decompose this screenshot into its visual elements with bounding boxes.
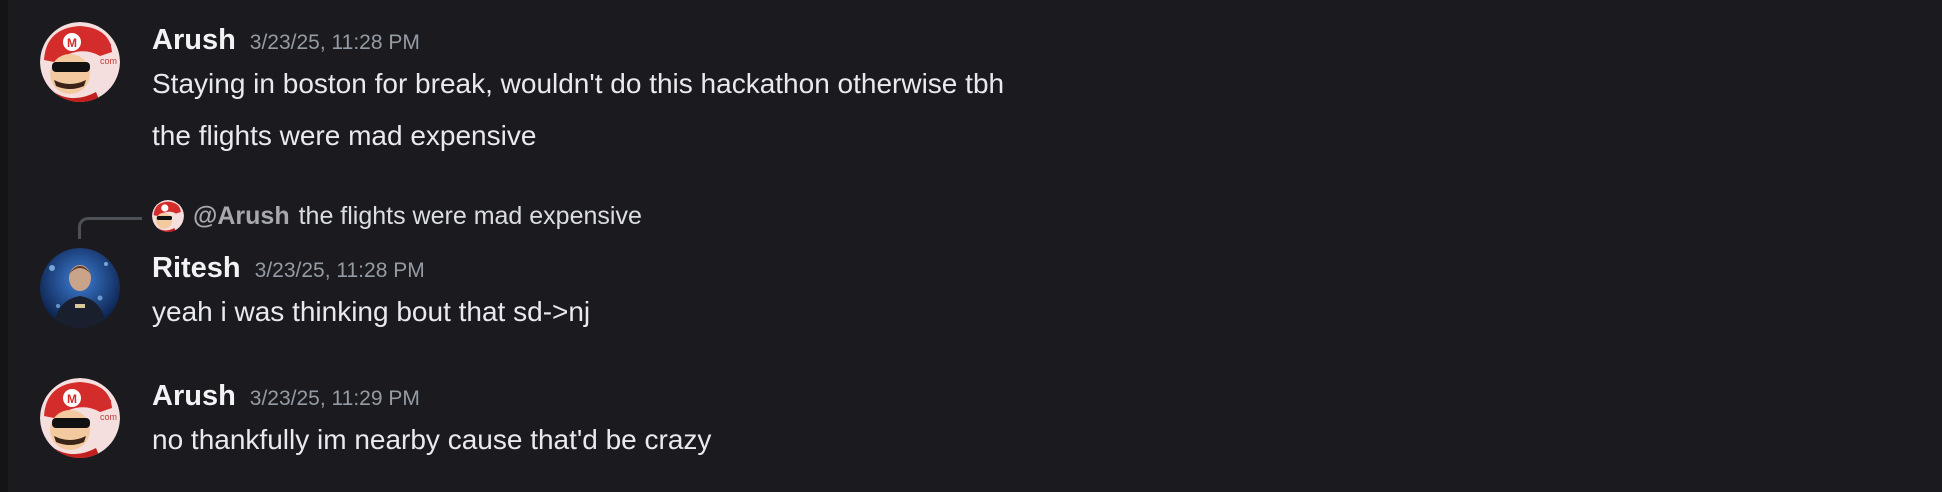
mario-avatar-icon: M yo com [40,378,120,458]
svg-text:M: M [67,36,77,50]
svg-text:com: com [100,56,117,66]
soccer-player-avatar-icon [40,248,120,328]
mario-avatar-icon [152,200,184,232]
svg-text:com: com [100,412,117,422]
svg-text:yo: yo [102,396,112,406]
ritesh-avatar[interactable] [40,248,120,328]
chat-left-edge [0,0,8,492]
svg-text:M: M [67,392,77,406]
reply-preview[interactable]: @Arush the flights were mad expensive [152,200,642,232]
reply-connector [78,217,142,239]
username[interactable]: Ritesh [152,252,241,285]
reply-mention[interactable]: @Arush [193,202,290,231]
timestamp[interactable]: 3/23/25, 11:28 PM [250,31,420,55]
timestamp[interactable]: 3/23/25, 11:28 PM [255,259,425,283]
arush-avatar[interactable]: M yo com [40,22,120,102]
message-header: Ritesh 3/23/25, 11:28 PM [152,252,425,285]
message-header: Arush 3/23/25, 11:28 PM [152,24,420,57]
arush-avatar[interactable]: M yo com [40,378,120,458]
username[interactable]: Arush [152,24,236,57]
message-text: the flights were mad expensive [152,120,537,151]
message-text: no thankfully im nearby cause that'd be … [152,424,712,455]
reply-avatar [152,200,184,232]
message-header: Arush 3/23/25, 11:29 PM [152,380,420,413]
message-text: yeah i was thinking bout that sd->nj [152,296,591,327]
username[interactable]: Arush [152,380,236,413]
message-text: Staying in boston for break, wouldn't do… [152,68,1005,99]
timestamp[interactable]: 3/23/25, 11:29 PM [250,387,420,411]
mario-avatar-icon: M yo com [40,22,120,102]
reply-text[interactable]: the flights were mad expensive [299,202,642,231]
svg-text:yo: yo [102,40,112,50]
